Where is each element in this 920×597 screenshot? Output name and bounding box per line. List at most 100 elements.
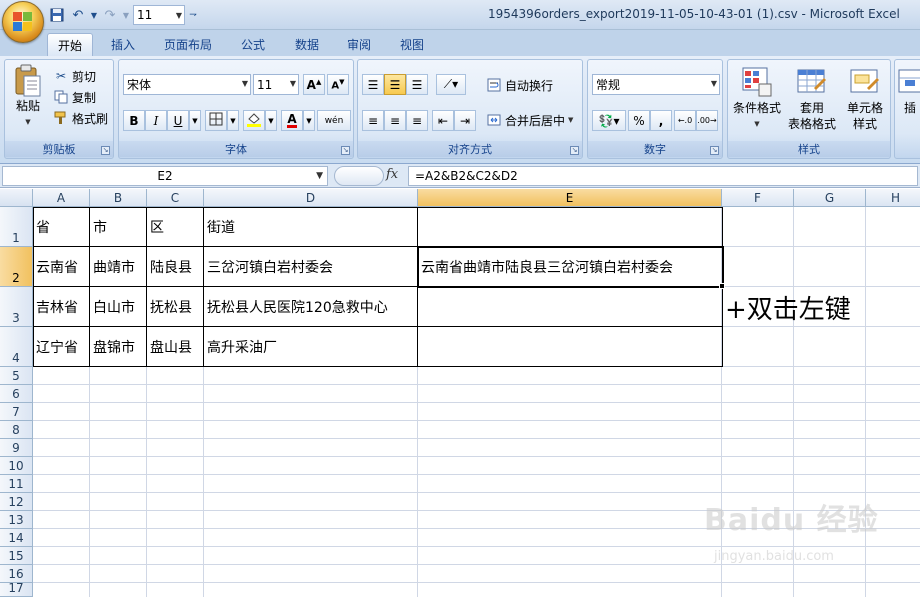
name-box[interactable]: E2 ▼ — [2, 166, 328, 186]
dialog-launcher-icon[interactable]: ↘ — [101, 146, 110, 155]
qat-font-size-box[interactable]: 11 ▼ — [133, 5, 185, 25]
row-header-13[interactable]: 13 — [0, 511, 33, 529]
align-left-button[interactable]: ≡ — [362, 110, 384, 131]
dialog-launcher-icon[interactable]: ↘ — [710, 146, 719, 155]
grow-font-button[interactable]: A▲ — [303, 74, 325, 95]
cell-c2[interactable]: 陆良县 — [147, 247, 204, 287]
align-middle-button[interactable]: ☰ — [384, 74, 406, 95]
column-header-c[interactable]: C — [147, 189, 204, 207]
underline-button[interactable]: U — [167, 110, 189, 131]
cell-c1[interactable]: 区 — [147, 207, 204, 247]
tab-formulas[interactable]: 公式 — [231, 33, 275, 56]
conditional-formatting-button[interactable]: 条件格式 ▼ — [730, 66, 784, 132]
column-header-e[interactable]: E — [418, 189, 722, 207]
cell-b2[interactable]: 曲靖市 — [90, 247, 147, 287]
formula-input[interactable]: =A2&B2&C2&D2 — [408, 166, 918, 186]
borders-dropdown-icon[interactable]: ▼ — [227, 110, 239, 131]
office-button[interactable] — [2, 1, 44, 43]
cell-b3[interactable]: 白山市 — [90, 287, 147, 327]
row-header-4[interactable]: 4 — [0, 327, 33, 367]
number-format-select[interactable]: 常规 ▼ — [592, 74, 720, 95]
font-color-dropdown-icon[interactable]: ▼ — [303, 110, 315, 131]
row-header-11[interactable]: 11 — [0, 475, 33, 493]
cell-a1[interactable]: 省 — [33, 207, 90, 247]
row-header-7[interactable]: 7 — [0, 403, 33, 421]
align-center-button[interactable]: ≡ — [384, 110, 406, 131]
row-header-2[interactable]: 2 — [0, 247, 33, 287]
undo-icon[interactable]: ↶ — [69, 6, 87, 24]
formula-bar-splitter[interactable] — [334, 166, 384, 186]
comma-style-button[interactable]: , — [650, 110, 672, 131]
insert-function-icon[interactable]: fx — [386, 167, 398, 182]
underline-dropdown-icon[interactable]: ▼ — [189, 110, 201, 131]
cell-d4[interactable]: 高升采油厂 — [204, 327, 418, 367]
cell-b1[interactable]: 市 — [90, 207, 147, 247]
tab-insert[interactable]: 插入 — [101, 33, 145, 56]
row-header-12[interactable]: 12 — [0, 493, 33, 511]
format-painter-button[interactable]: 格式刷 — [53, 108, 108, 128]
column-header-a[interactable]: A — [33, 189, 90, 207]
redo-dropdown-icon[interactable]: ▼ — [122, 6, 130, 24]
increase-decimal-button[interactable]: ←.0 — [674, 110, 696, 131]
increase-indent-button[interactable]: ⇥ — [454, 110, 476, 131]
tab-page-layout[interactable]: 页面布局 — [154, 33, 222, 56]
column-header-d[interactable]: D — [204, 189, 418, 207]
cell-c3[interactable]: 抚松县 — [147, 287, 204, 327]
bold-button[interactable]: B — [123, 110, 145, 131]
font-size-select[interactable]: 11 ▼ — [253, 74, 299, 95]
decrease-decimal-button[interactable]: .00→ — [696, 110, 718, 131]
decrease-indent-button[interactable]: ⇤ — [432, 110, 454, 131]
phonetic-guide-button[interactable]: wén — [317, 110, 351, 131]
redo-icon[interactable]: ↷ — [101, 6, 119, 24]
italic-button[interactable]: I — [145, 110, 167, 131]
accounting-format-button[interactable]: 💱▾ — [592, 110, 626, 131]
cell-e1[interactable] — [418, 207, 723, 247]
save-icon[interactable] — [48, 6, 66, 24]
tab-data[interactable]: 数据 — [285, 33, 329, 56]
align-bottom-button[interactable]: ☰ — [406, 74, 428, 95]
cell-a3[interactable]: 吉林省 — [33, 287, 90, 327]
percent-style-button[interactable]: % — [628, 110, 650, 131]
dialog-launcher-icon[interactable]: ↘ — [341, 146, 350, 155]
borders-button[interactable] — [205, 110, 227, 131]
cell-e3[interactable] — [418, 287, 723, 327]
shrink-font-button[interactable]: A▼ — [327, 74, 349, 95]
column-header-g[interactable]: G — [794, 189, 866, 207]
cell-d3[interactable]: 抚松县人民医院120急救中心 — [204, 287, 418, 327]
cell-e4[interactable] — [418, 327, 723, 367]
fill-color-dropdown-icon[interactable]: ▼ — [265, 110, 277, 131]
undo-dropdown-icon[interactable]: ▼ — [90, 6, 98, 24]
tab-review[interactable]: 审阅 — [337, 33, 381, 56]
row-header-14[interactable]: 14 — [0, 529, 33, 547]
orientation-button[interactable]: ⟋▾ — [436, 74, 466, 95]
align-right-button[interactable]: ≡ — [406, 110, 428, 131]
cell-styles-button[interactable]: 单元格 样式 — [840, 66, 890, 132]
format-as-table-button[interactable]: 套用 表格格式 — [786, 66, 838, 132]
row-header-3[interactable]: 3 — [0, 287, 33, 327]
tab-home[interactable]: 开始 — [47, 33, 94, 56]
row-header-10[interactable]: 10 — [0, 457, 33, 475]
row-header-17[interactable]: 17 — [0, 581, 33, 597]
row-header-1[interactable]: 1 — [0, 207, 33, 247]
font-name-select[interactable]: 宋体 ▼ — [123, 74, 251, 95]
customize-qat-icon[interactable]: ⇁ — [188, 6, 198, 24]
align-top-button[interactable]: ☰ — [362, 74, 384, 95]
copy-button[interactable]: 复制 — [53, 87, 96, 107]
worksheet-grid[interactable]: A B C D E F G H 1 2 3 4 5 6 7 8 9 10 11 … — [0, 189, 920, 597]
wrap-text-button[interactable]: 自动换行 — [486, 75, 553, 95]
insert-cells-button[interactable]: 插 — [897, 66, 920, 116]
tab-view[interactable]: 视图 — [390, 33, 434, 56]
cell-c4[interactable]: 盘山县 — [147, 327, 204, 367]
cell-a4[interactable]: 辽宁省 — [33, 327, 90, 367]
paste-button[interactable]: 粘贴 ▼ — [11, 64, 45, 130]
row-header-15[interactable]: 15 — [0, 547, 33, 565]
cell-a2[interactable]: 云南省 — [33, 247, 90, 287]
row-header-9[interactable]: 9 — [0, 439, 33, 457]
row-header-8[interactable]: 8 — [0, 421, 33, 439]
cut-button[interactable]: ✂ 剪切 — [53, 66, 96, 86]
merge-center-button[interactable]: 合并后居中 ▼ — [486, 110, 573, 130]
cell-e2[interactable]: 云南省曲靖市陆良县三岔河镇白岩村委会 — [418, 247, 723, 287]
cell-d1[interactable]: 街道 — [204, 207, 418, 247]
column-header-b[interactable]: B — [90, 189, 147, 207]
fill-color-button[interactable] — [243, 110, 265, 131]
